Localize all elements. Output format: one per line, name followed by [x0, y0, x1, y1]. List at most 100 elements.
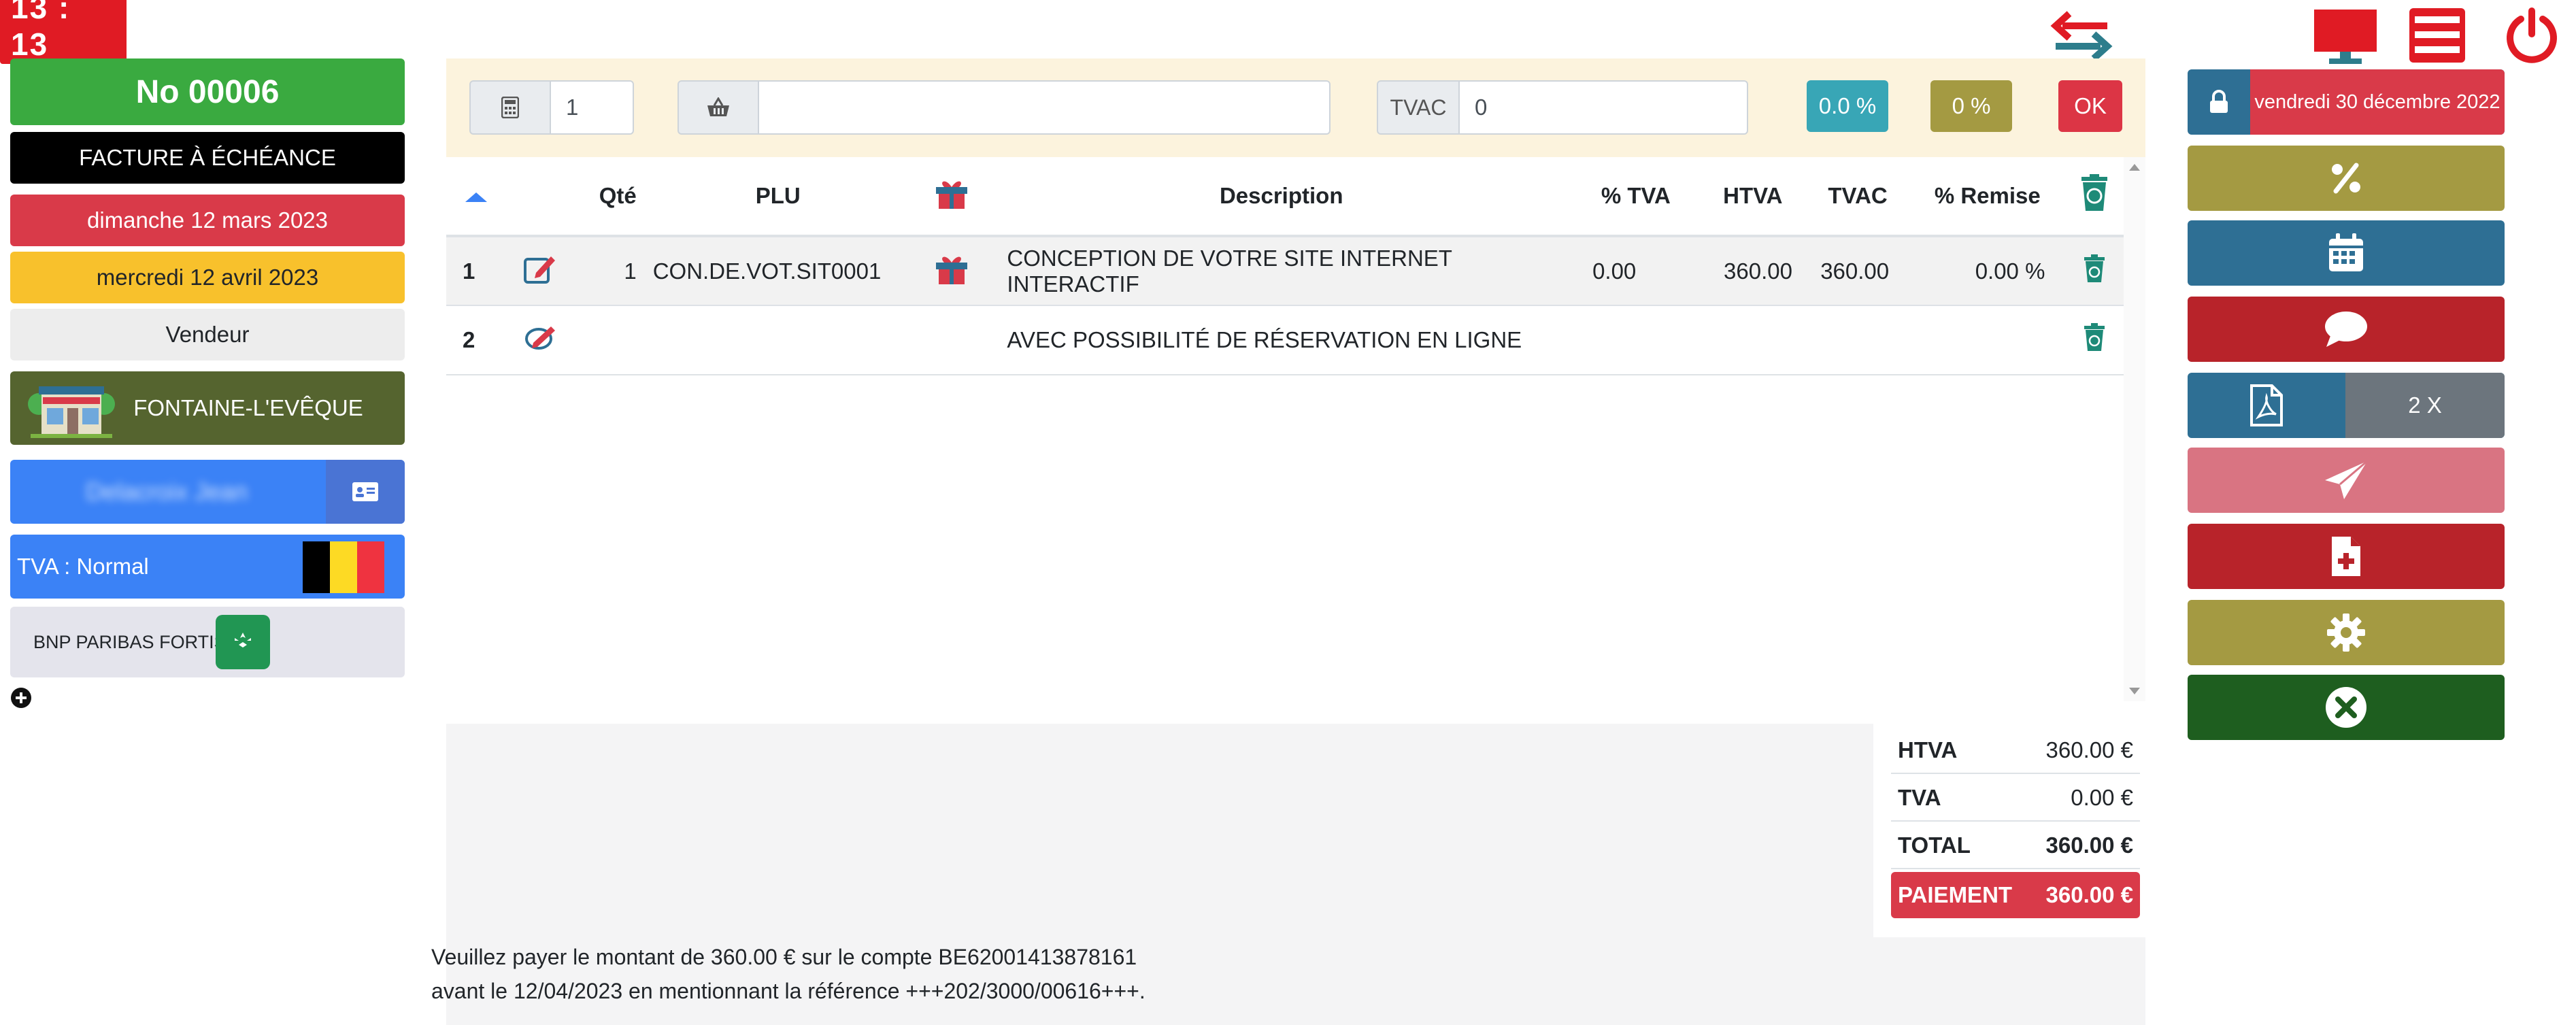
scroll-up-icon[interactable]	[2129, 164, 2140, 171]
payment-button[interactable]: PAIEMENT 360.00 €	[1891, 872, 2140, 918]
discount-header: % Remise	[1909, 157, 2066, 237]
gift-icon	[912, 157, 991, 237]
tvac-price-input[interactable]	[1458, 80, 1748, 135]
table-header-row: Qté PLU Description % TVA HTVA TVAC % Re…	[446, 157, 2124, 237]
tva-regime-text: TVA : Normal	[17, 554, 149, 579]
shop-label: FONTAINE-L'EVÊQUE	[133, 395, 363, 420]
document-date-button[interactable]: vendredi 30 décembre 2022	[2188, 69, 2505, 135]
qty-header: Qté	[575, 157, 643, 237]
edit-column-header	[504, 157, 575, 237]
gift-icon[interactable]	[912, 236, 991, 306]
send-button[interactable]	[2188, 448, 2505, 513]
monitor-icon[interactable]	[2311, 7, 2379, 67]
print-copies[interactable]: 2 X	[2345, 373, 2505, 438]
tvac-header: TVAC	[1805, 157, 1910, 237]
plus-circle-icon[interactable]	[10, 687, 32, 709]
row-pct-tva: 0.00	[1572, 236, 1700, 306]
row-number: 2	[446, 305, 505, 375]
bank-button[interactable]: BNP PARIBAS FORTIS	[10, 607, 405, 677]
trash-icon[interactable]	[2065, 305, 2124, 375]
grand-total-value: 360.00 €	[2045, 833, 2133, 858]
seller-button[interactable]: Vendeur	[10, 309, 405, 360]
invoice-type[interactable]: FACTURE À ÉCHÉANCE	[10, 132, 405, 184]
bank-logo	[216, 615, 270, 669]
payment-instructions: Veuillez payer le montant de 360.00 € su…	[431, 940, 1145, 1008]
pdf-icon[interactable]	[2188, 373, 2345, 438]
power-icon[interactable]	[2503, 7, 2560, 64]
sort-up-icon[interactable]	[446, 157, 505, 237]
basket-icon[interactable]	[678, 80, 759, 135]
tva-rate-button[interactable]: 0.0 %	[1807, 80, 1888, 132]
discount-rate-text: 0 %	[1952, 93, 1991, 118]
clock-display: 13 : 13	[0, 0, 127, 64]
invoice-number[interactable]: No 00006	[10, 58, 405, 125]
table-scrollbar[interactable]	[2124, 157, 2145, 701]
row-htva: 360.00	[1699, 236, 1806, 306]
invoice-type-text: FACTURE À ÉCHÉANCE	[79, 145, 336, 170]
total-tva-label: TVA	[1898, 785, 1941, 810]
total-tva-value: 0.00 €	[2071, 785, 2133, 810]
client-button[interactable]: Delacroix Jean	[10, 460, 405, 524]
recycle-icon[interactable]	[2065, 157, 2124, 237]
pct-tva-header: % TVA	[1572, 157, 1700, 237]
calendar-button[interactable]	[2188, 220, 2505, 286]
scroll-down-icon[interactable]	[2129, 688, 2140, 694]
table-row[interactable]: 1 1 CON.DE.VOT.SIT0001 CONCEPTION DE VOT…	[446, 236, 2124, 306]
lock-icon[interactable]	[2188, 69, 2250, 135]
calculator-icon[interactable]	[469, 80, 551, 135]
list-icon[interactable]	[2408, 7, 2466, 64]
bank-name: BNP PARIBAS FORTIS	[33, 631, 227, 652]
description-header: Description	[990, 157, 1573, 237]
gear-icon	[2327, 614, 2365, 652]
table-row[interactable]: 2 AVEC POSSIBILITÉ DE RÉSERVATION EN LIG…	[446, 305, 2124, 375]
discount-button[interactable]	[2188, 146, 2505, 211]
discount-rate-button[interactable]: 0 %	[1930, 80, 2012, 132]
payment-instructions-line2: avant le 12/04/2023 en mentionnant la ré…	[431, 979, 1145, 1003]
row-discount: 0.00 %	[1909, 236, 2066, 306]
total-htva-value: 360.00 €	[2045, 737, 2133, 762]
swap-arrows-icon[interactable]	[2049, 8, 2114, 63]
comment-icon	[2325, 312, 2367, 347]
belgium-flag-icon	[303, 541, 384, 593]
total-htva-label: HTVA	[1898, 737, 1958, 762]
pdf-print-button[interactable]: 2 X	[2188, 373, 2505, 438]
total-tva-row: TVA 0.00 €	[1891, 775, 2140, 822]
grand-total-row: TOTAL 360.00 €	[1891, 823, 2140, 869]
plu-search-input[interactable]	[758, 80, 1331, 135]
edit-icon[interactable]	[504, 236, 575, 306]
send-icon	[2325, 460, 2368, 499]
shop-button[interactable]: FONTAINE-L'EVÊQUE	[10, 371, 405, 445]
quantity-input[interactable]	[550, 80, 634, 135]
trash-icon[interactable]	[2065, 236, 2124, 306]
new-document-button[interactable]	[2188, 524, 2505, 589]
calendar-icon	[2329, 233, 2363, 271]
htva-header: HTVA	[1699, 157, 1806, 237]
clock-text: 13 : 13	[0, 0, 127, 64]
invoice-lines-table: Qté PLU Description % TVA HTVA TVAC % Re…	[446, 157, 2145, 701]
close-button[interactable]	[2188, 675, 2505, 740]
total-htva-row: HTVA 360.00 €	[1891, 728, 2140, 774]
row-plu: CON.DE.VOT.SIT0001	[643, 236, 913, 306]
row-discount	[1909, 305, 2066, 375]
row-tvac: 360.00	[1805, 236, 1910, 306]
due-date-button[interactable]: mercredi 12 avril 2023	[10, 252, 405, 303]
row-plu	[643, 305, 913, 375]
payment-instructions-line1: Veuillez payer le montant de 360.00 € su…	[431, 945, 1137, 969]
percent-icon	[2332, 163, 2360, 194]
item-input-bar: TVAC 0.0 % 0 % OK	[446, 58, 2145, 157]
gift-cell-empty	[912, 305, 991, 375]
totals-panel: HTVA 360.00 € TVA 0.00 € TOTAL 360.00 € …	[1873, 724, 2145, 937]
ok-button[interactable]: OK	[2058, 80, 2122, 132]
edit-disabled-icon[interactable]	[504, 305, 575, 375]
invoice-date-button[interactable]: dimanche 12 mars 2023	[10, 195, 405, 246]
settings-button[interactable]	[2188, 600, 2505, 665]
row-description: AVEC POSSIBILITÉ DE RÉSERVATION EN LIGNE	[990, 305, 1573, 375]
close-circle-icon	[2326, 687, 2366, 728]
grand-total-label: TOTAL	[1898, 833, 1971, 858]
tva-regime-button[interactable]: TVA : Normal	[10, 535, 405, 599]
client-name: Delacroix Jean	[85, 477, 248, 505]
shop-icon	[28, 386, 115, 438]
new-document-icon	[2332, 537, 2360, 576]
comment-button[interactable]	[2188, 297, 2505, 362]
id-card-icon[interactable]	[326, 460, 405, 524]
